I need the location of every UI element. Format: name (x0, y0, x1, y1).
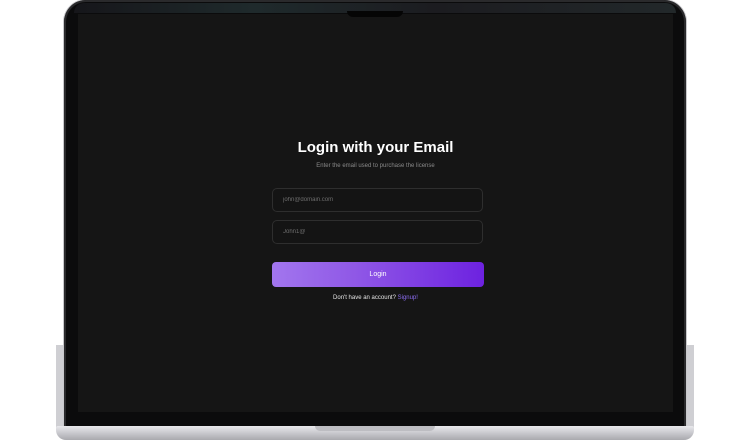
signup-prompt-line: Don't have an account? Signup! (78, 295, 673, 301)
signup-link[interactable]: Signup! (398, 295, 418, 301)
laptop-base-notch (315, 426, 435, 431)
password-field[interactable] (272, 220, 483, 244)
laptop-mockup: Login with your Email Enter the email us… (0, 0, 751, 444)
login-panel: Login with your Email Enter the email us… (78, 14, 673, 412)
page-subtitle: Enter the email used to purchase the lic… (316, 163, 435, 169)
page-title: Login with your Email (297, 139, 454, 156)
camera-notch (347, 11, 403, 17)
laptop-screen: Login with your Email Enter the email us… (78, 14, 673, 412)
laptop-hinge-left (56, 345, 64, 430)
email-field[interactable] (272, 188, 483, 212)
laptop-hinge-right (686, 345, 694, 430)
signup-prompt-text: Don't have an account? (333, 295, 398, 301)
login-button[interactable]: Login (272, 262, 484, 287)
